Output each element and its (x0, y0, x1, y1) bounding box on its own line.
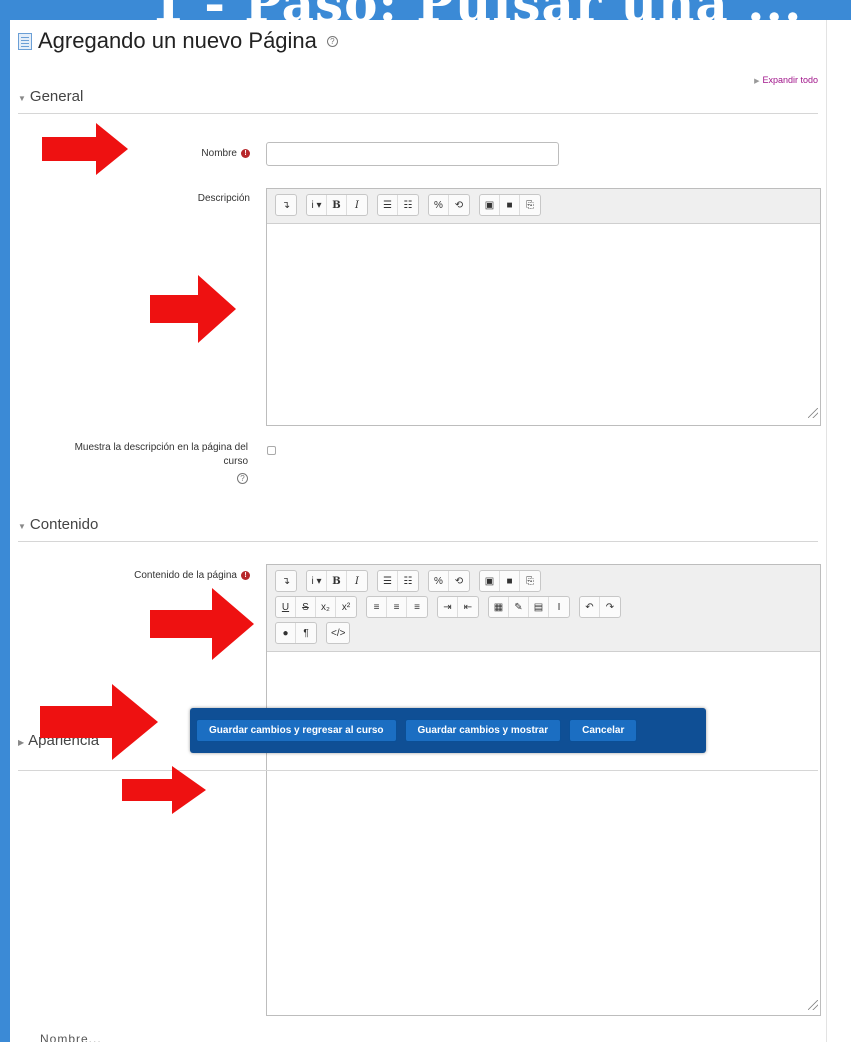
undo-icon[interactable]: ↶ (580, 597, 600, 617)
underline-icon[interactable]: U (276, 597, 296, 617)
page-icon (18, 32, 32, 50)
accessibility-checker-icon[interactable]: ● (276, 623, 296, 643)
section-contenido[interactable]: ▼ Contenido (18, 516, 818, 542)
cancel-button[interactable]: Cancelar (569, 719, 638, 742)
expand-all-link[interactable]: ▶ Expandir todo (754, 75, 818, 85)
descripcion-text-area[interactable] (267, 224, 820, 420)
outdent-icon[interactable]: ⇤ (458, 597, 478, 617)
descripcion-toolbar: ↴ i ▾ B I ☰ ☷ % ⟲ ▣ ■ ⎘ (267, 189, 820, 224)
image-icon[interactable]: ▣ (480, 195, 500, 215)
cut-off-section-label: Nombre... (40, 1032, 102, 1042)
paragraph-style-icon[interactable]: i ▾ (307, 195, 327, 215)
redo-icon[interactable]: ↷ (600, 597, 620, 617)
descripcion-editor[interactable]: ↴ i ▾ B I ☰ ☷ % ⟲ ▣ ■ ⎘ (266, 188, 821, 426)
save-return-button[interactable]: Guardar cambios y regresar al curso (196, 719, 397, 742)
resize-handle-icon[interactable] (808, 408, 818, 418)
descripcion-label: Descripción (197, 193, 250, 204)
red-arrow-icon (150, 275, 236, 343)
table-icon[interactable]: ▤ (529, 597, 549, 617)
muestra-label-line2: curso (223, 456, 248, 467)
bold-icon[interactable]: B (327, 571, 347, 591)
red-arrow-icon (122, 766, 206, 814)
triangle-right-icon: ▶ (754, 78, 760, 85)
clear-formatting-icon[interactable]: I (549, 597, 569, 617)
save-show-button[interactable]: Guardar cambios y mostrar (404, 719, 562, 742)
equation-icon[interactable]: ▦ (489, 597, 509, 617)
page-title: Agregando un nuevo Página ? (18, 28, 338, 54)
help-icon[interactable]: ? (326, 35, 338, 47)
contenido-label-text: Contenido de la página (134, 570, 237, 581)
contenido-text-area[interactable] (267, 652, 820, 1012)
resize-handle-icon[interactable] (808, 1000, 818, 1010)
right-margin (826, 20, 851, 1042)
bold-icon[interactable]: B (327, 195, 347, 215)
special-char-icon[interactable]: ✎ (509, 597, 529, 617)
collapse-toolbar-icon[interactable]: ↴ (276, 571, 296, 591)
page-title-text: Agregando un nuevo Página (38, 28, 317, 53)
contenido-label: Contenido de la página! (70, 570, 250, 581)
help-icon[interactable]: ? (237, 473, 248, 484)
required-icon: ! (241, 570, 250, 580)
red-arrow-icon (150, 588, 254, 660)
align-left-icon[interactable]: ≡ (367, 597, 387, 617)
italic-icon[interactable]: I (347, 195, 367, 215)
collapse-toolbar-icon[interactable]: ↴ (276, 195, 296, 215)
chevron-down-icon: ▼ (18, 94, 26, 103)
section-contenido-label: Contenido (29, 516, 99, 533)
subscript-icon[interactable]: x₂ (316, 597, 336, 617)
chevron-down-icon: ▼ (18, 522, 26, 531)
contenido-toolbar: ↴ i ▾ B I ☰ ☷ % ⟲ ▣ ■ ⎘ U S x₂ x² ≡ ≡ ≡ … (267, 565, 820, 652)
manage-files-icon[interactable]: ⎘ (520, 195, 540, 215)
sticky-button-bar: Guardar cambios y regresar al curso Guar… (190, 708, 706, 753)
image-icon[interactable]: ▣ (480, 571, 500, 591)
bullet-list-icon[interactable]: ☰ (378, 195, 398, 215)
required-icon: ! (241, 148, 250, 158)
link-icon[interactable]: % (429, 571, 449, 591)
html-source-icon[interactable]: </> (327, 623, 349, 643)
numbered-list-icon[interactable]: ☷ (398, 195, 418, 215)
nombre-input[interactable] (266, 142, 559, 166)
nombre-label-text: Nombre (201, 148, 237, 159)
expand-all-label: Expandir todo (762, 75, 818, 85)
red-arrow-icon (42, 123, 128, 175)
manage-files-icon[interactable]: ⎘ (520, 571, 540, 591)
screenreader-helper-icon[interactable]: ¶ (296, 623, 316, 643)
muestra-checkbox[interactable] (267, 446, 276, 455)
chevron-right-icon: ▶ (18, 738, 25, 747)
indent-icon[interactable]: ⇥ (438, 597, 458, 617)
red-arrow-icon (40, 684, 158, 760)
media-icon[interactable]: ■ (500, 195, 520, 215)
italic-icon[interactable]: I (347, 571, 367, 591)
unlink-icon[interactable]: ⟲ (449, 571, 469, 591)
bullet-list-icon[interactable]: ☰ (378, 571, 398, 591)
nombre-label: Nombre! (170, 148, 250, 159)
section-general-label: General (29, 88, 84, 105)
paragraph-style-icon[interactable]: i ▾ (307, 571, 327, 591)
contenido-editor[interactable]: ↴ i ▾ B I ☰ ☷ % ⟲ ▣ ■ ⎘ U S x₂ x² ≡ ≡ ≡ … (266, 564, 821, 1016)
link-icon[interactable]: % (429, 195, 449, 215)
align-right-icon[interactable]: ≡ (407, 597, 427, 617)
section-general[interactable]: ▼ General (18, 88, 818, 114)
unlink-icon[interactable]: ⟲ (449, 195, 469, 215)
superscript-icon[interactable]: x² (336, 597, 356, 617)
media-icon[interactable]: ■ (500, 571, 520, 591)
form-page: Agregando un nuevo Página ? ▶ Expandir to… (10, 20, 826, 1042)
muestra-label: Muestra la descripción en la página del … (12, 441, 248, 486)
strikethrough-icon[interactable]: S (296, 597, 316, 617)
muestra-label-line1: Muestra la descripción en la página del (74, 442, 248, 453)
numbered-list-icon[interactable]: ☷ (398, 571, 418, 591)
align-center-icon[interactable]: ≡ (387, 597, 407, 617)
